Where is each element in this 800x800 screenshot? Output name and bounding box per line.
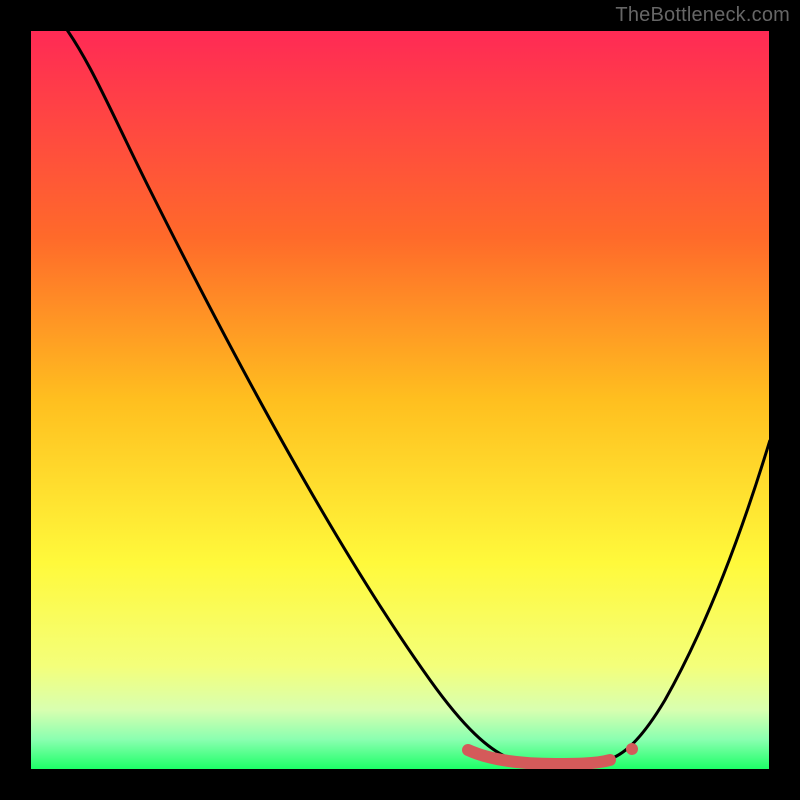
highlight-end-dot bbox=[626, 743, 638, 755]
bottleneck-chart bbox=[0, 0, 800, 800]
plot-background bbox=[31, 31, 769, 769]
chart-container: TheBottleneck.com bbox=[0, 0, 800, 800]
watermark-label: TheBottleneck.com bbox=[615, 4, 790, 27]
